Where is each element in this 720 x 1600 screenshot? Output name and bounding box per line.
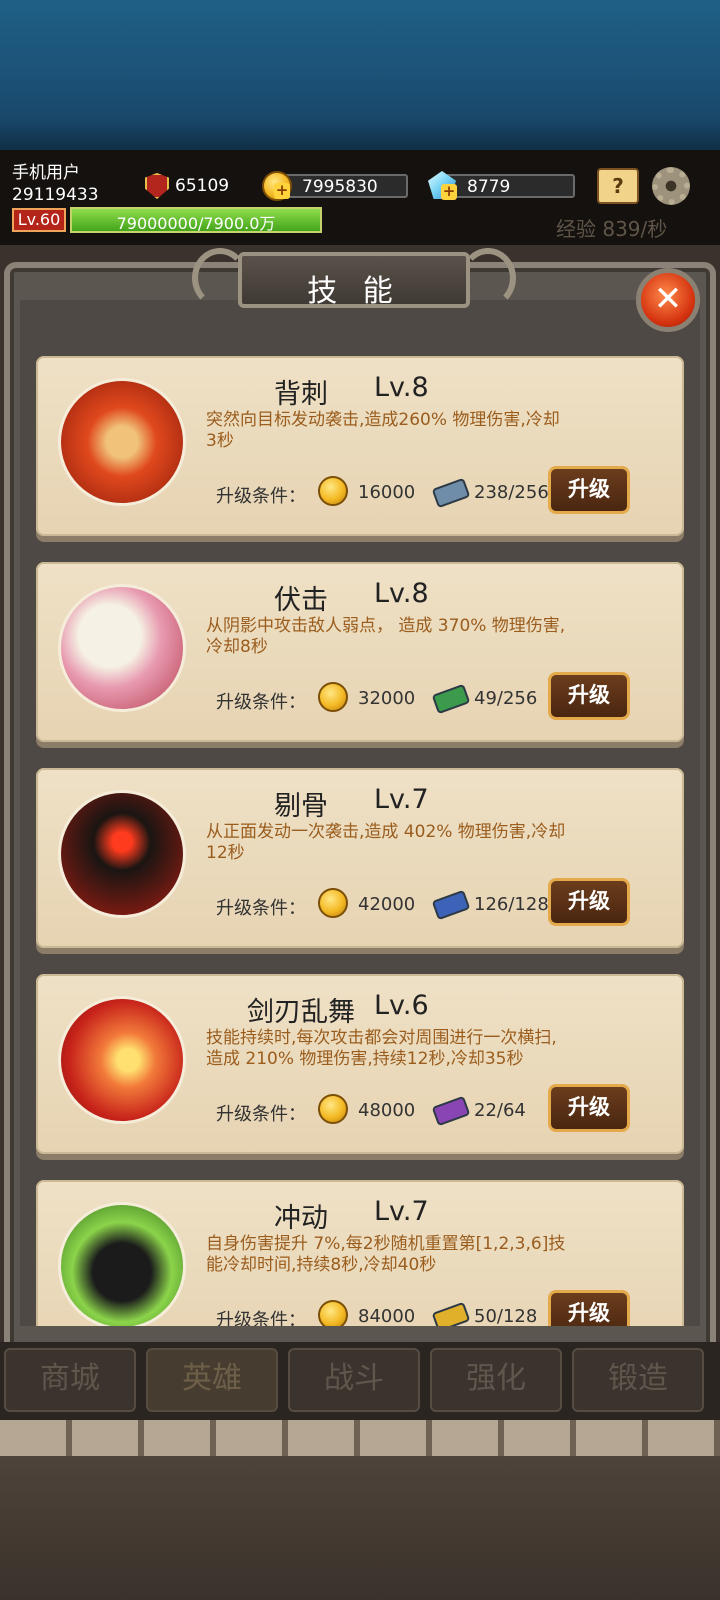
add-gem-icon[interactable]: + — [441, 184, 457, 200]
gold-coin-icon — [318, 476, 348, 506]
gold-coin-icon — [318, 888, 348, 918]
skill-name: 伏击 — [274, 585, 328, 616]
skill-card: 冲动 Lv.7 自身伤害提升 7%,每2秒随机重置第[1,2,3,6]技能冷却时… — [36, 1180, 684, 1326]
skill-scroll-icon — [431, 1301, 471, 1326]
player-level-badge: Lv.60 — [12, 208, 66, 232]
nav-tab-enhance[interactable]: 强化 — [430, 1348, 562, 1412]
bottom-nav: 商城 英雄 战斗 强化 锻造 — [0, 1342, 720, 1420]
skill-scroll-count: 238/256 — [474, 482, 549, 503]
exp-bar: 79000000/7900.0万 — [70, 207, 322, 233]
skill-card: 剔骨 Lv.7 从正面发动一次袭击,造成 402% 物理伤害,冷却12秒 升级条… — [36, 768, 684, 948]
skill-scroll-icon — [431, 1095, 471, 1127]
upgrade-button[interactable]: 升级 — [548, 1290, 630, 1326]
nav-tab-forge[interactable]: 锻造 — [572, 1348, 704, 1412]
skill-scroll-count: 50/128 — [474, 1306, 538, 1326]
skill-name: 剑刃乱舞 — [247, 997, 355, 1028]
upgrade-condition-label: 升级条件： — [216, 1310, 306, 1326]
skill-level: Lv.8 — [374, 578, 429, 609]
panel-title-plate: 技 能 — [238, 252, 470, 309]
gold-counter[interactable]: 7995830 — [280, 174, 408, 198]
skill-portrait-icon[interactable] — [58, 996, 186, 1124]
upgrade-condition-label: 升级条件： — [216, 486, 306, 507]
skill-name: 剔骨 — [274, 791, 328, 822]
upgrade-condition-label: 升级条件： — [216, 692, 306, 713]
upgrade-gold-cost: 16000 — [358, 482, 416, 503]
upgrade-gold-cost: 42000 — [358, 894, 416, 915]
close-button[interactable]: ✕ — [636, 268, 700, 332]
skills-list[interactable]: 背刺 Lv.8 突然向目标发动袭击,造成260% 物理伤害,冷却3秒 升级条件：… — [20, 300, 700, 1326]
question-book-icon[interactable]: ? — [597, 168, 639, 204]
skill-level: Lv.7 — [374, 1196, 429, 1227]
game-scene-background — [0, 0, 720, 150]
nav-tab-battle[interactable]: 战斗 — [288, 1348, 420, 1412]
stone-wall-decoration — [0, 1420, 720, 1600]
skill-description: 自身伤害提升 7%,每2秒随机重置第[1,2,3,6]技能冷却时间,持续8秒,冷… — [206, 1234, 566, 1275]
gold-coin-icon — [318, 682, 348, 712]
skill-scroll-count: 49/256 — [474, 688, 538, 709]
skill-name: 背刺 — [274, 379, 328, 410]
gem-counter[interactable]: 8779 — [445, 174, 575, 198]
upgrade-gold-cost: 84000 — [358, 1306, 416, 1326]
exp-text: 79000000/7900.0万 — [116, 214, 276, 233]
skill-level: Lv.8 — [374, 372, 429, 403]
skill-portrait-icon[interactable] — [58, 378, 186, 506]
nav-tab-shop[interactable]: 商城 — [4, 1348, 136, 1412]
user-id: 29119433 — [12, 185, 99, 205]
upgrade-button[interactable]: 升级 — [548, 1084, 630, 1132]
skill-scroll-count: 126/128 — [474, 894, 549, 915]
add-gold-icon[interactable]: + — [274, 183, 290, 199]
gear-icon[interactable] — [652, 167, 690, 205]
upgrade-condition-label: 升级条件： — [216, 1104, 306, 1125]
skill-description: 从正面发动一次袭击,造成 402% 物理伤害,冷却12秒 — [206, 822, 566, 863]
gold-coin-icon — [318, 1094, 348, 1124]
skill-description: 突然向目标发动袭击,造成260% 物理伤害,冷却3秒 — [206, 410, 560, 451]
skill-portrait-icon[interactable] — [58, 1202, 186, 1326]
upgrade-button[interactable]: 升级 — [548, 466, 630, 514]
close-icon: ✕ — [653, 279, 683, 319]
skill-card: 伏击 Lv.8 从阴影中攻击敌人弱点， 造成 370% 物理伤害,冷却8秒 升级… — [36, 562, 684, 742]
upgrade-button[interactable]: 升级 — [548, 878, 630, 926]
upgrade-condition-label: 升级条件： — [216, 898, 306, 919]
upgrade-gold-cost: 48000 — [358, 1100, 416, 1121]
skill-scroll-icon — [431, 477, 471, 509]
skill-portrait-icon[interactable] — [58, 584, 186, 712]
skill-description: 从阴影中攻击敌人弱点， 造成 370% 物理伤害,冷却8秒 — [206, 616, 566, 657]
panel-title: 技 能 — [307, 274, 401, 309]
skill-level: Lv.6 — [374, 990, 429, 1021]
username: 手机用户 — [12, 163, 80, 183]
skill-card: 剑刃乱舞 Lv.6 技能持续时,每次攻击都会对周围进行一次横扫,造成 210% … — [36, 974, 684, 1154]
skill-card: 背刺 Lv.8 突然向目标发动袭击,造成260% 物理伤害,冷却3秒 升级条件：… — [36, 356, 684, 536]
skill-description: 技能持续时,每次攻击都会对周围进行一次横扫,造成 210% 物理伤害,持续12秒… — [206, 1028, 557, 1069]
skill-portrait-icon[interactable] — [58, 790, 186, 918]
skill-scroll-icon — [431, 889, 471, 921]
upgrade-button[interactable]: 升级 — [548, 672, 630, 720]
skill-scroll-count: 22/64 — [474, 1100, 526, 1121]
exp-rate: 经验 839/秒 — [556, 217, 668, 241]
skill-name: 冲动 — [274, 1203, 328, 1234]
nav-tab-hero[interactable]: 英雄 — [146, 1348, 278, 1412]
skill-scroll-icon — [431, 683, 471, 715]
gold-value: 7995830 — [302, 177, 378, 197]
skill-level: Lv.7 — [374, 784, 429, 815]
upgrade-gold-cost: 32000 — [358, 688, 416, 709]
gem-value: 8779 — [467, 177, 511, 197]
combat-power-value: 65109 — [175, 176, 230, 196]
gold-coin-icon — [318, 1300, 348, 1326]
gold-coin-icon[interactable]: + — [262, 171, 292, 201]
